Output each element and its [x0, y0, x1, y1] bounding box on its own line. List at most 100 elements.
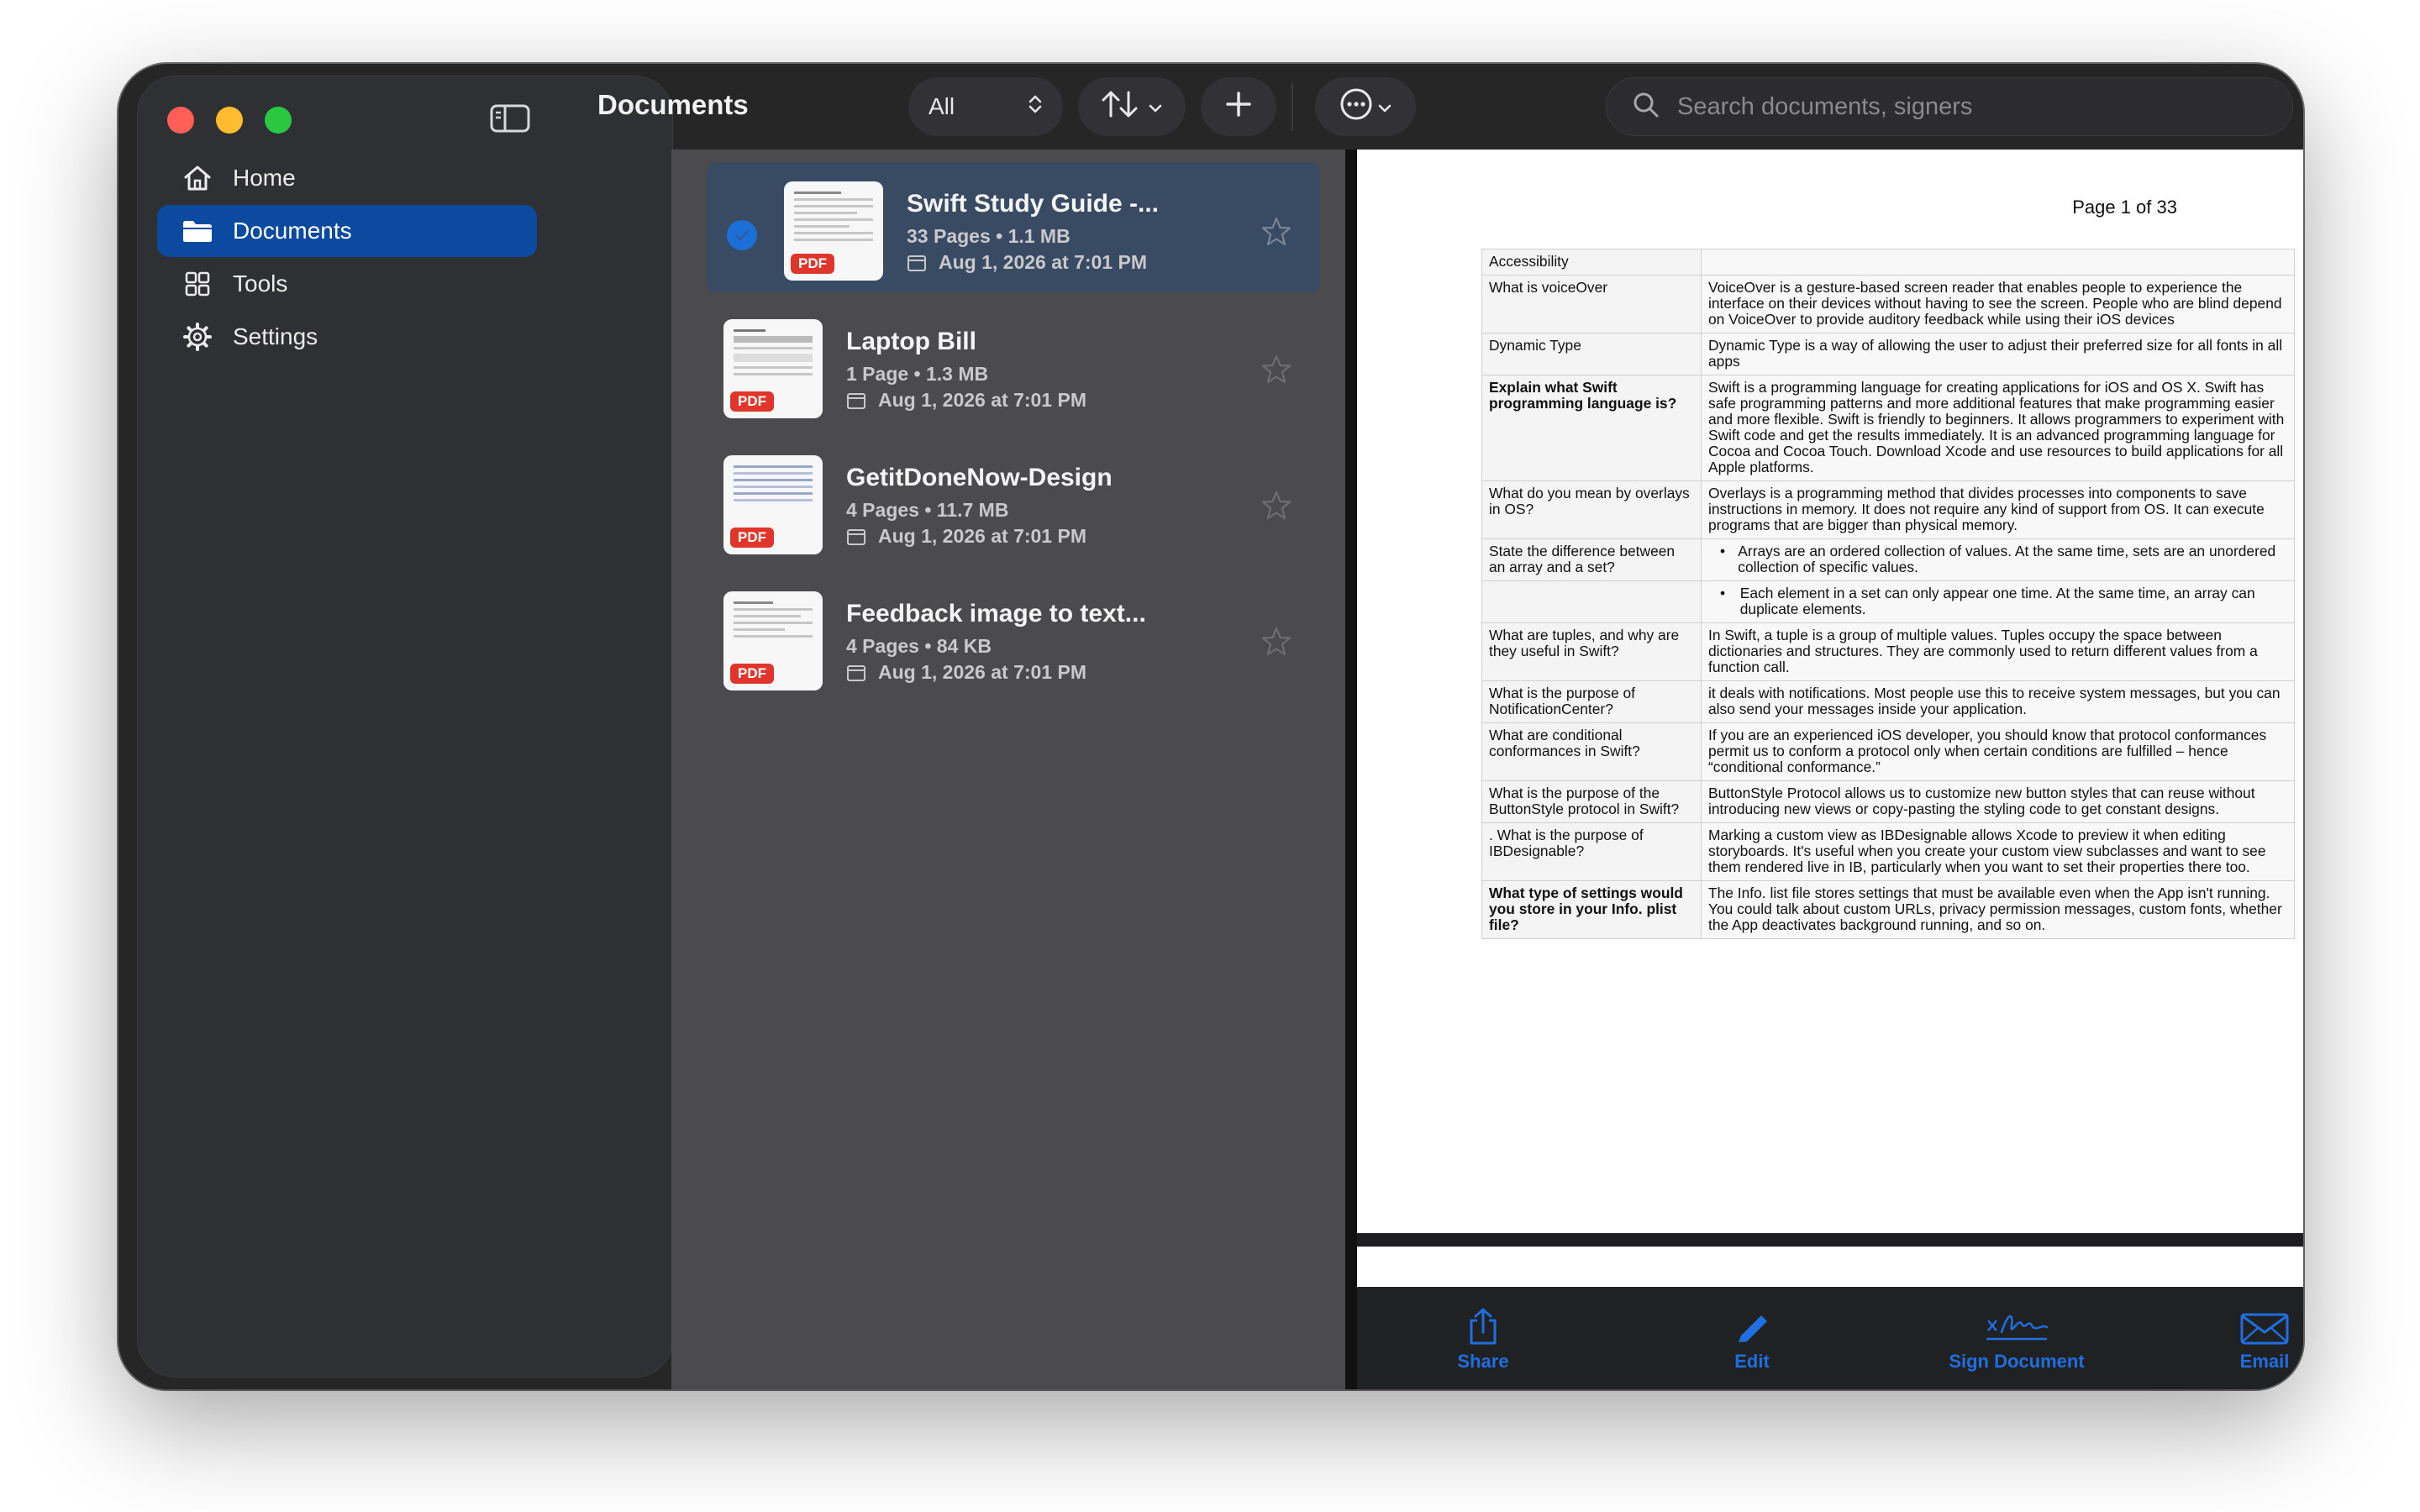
document-title: Swift Study Guide -... — [907, 190, 1159, 218]
document-meta: 4 Pages • 11.7 MB — [846, 499, 1009, 521]
bullet-text: Arrays are an ordered collection of valu… — [1738, 543, 2276, 575]
folder-icon — [181, 214, 214, 248]
sidebar-item-label: Home — [233, 165, 296, 191]
sidebar-item-documents[interactable]: Documents — [157, 205, 537, 257]
document-list: PDF Swift Study Guide -... 33 Pages • 1.… — [671, 150, 1345, 1389]
document-title: Feedback image to text... — [846, 600, 1146, 627]
table-row: What are tuples, and why are they useful… — [1481, 622, 2295, 681]
question-cell: What is voiceOver — [1481, 275, 1702, 333]
sort-button[interactable] — [1078, 77, 1186, 136]
list-item[interactable]: PDF Laptop Bill 1 Page • 1.3 MB Aug 1, 2… — [671, 291, 1345, 420]
answer-cell: Dynamic Type is a way of allowing the us… — [1701, 333, 2295, 375]
sidebar: Home Documents Tools Settings — [137, 76, 673, 1378]
question-cell: What are tuples, and why are they useful… — [1481, 622, 1702, 681]
table-row: • Each element in a set can only appear o… — [1481, 580, 2295, 623]
add-document-button[interactable] — [1201, 77, 1276, 136]
sort-arrows-icon — [1101, 89, 1146, 125]
close-window-button[interactable] — [167, 107, 194, 134]
answer-cell: Marking a custom view as IBDesignable al… — [1701, 822, 2295, 881]
qa-table: Accessibility What is voiceOver VoiceOve… — [1481, 249, 2295, 939]
question-cell: What is the purpose of NotificationCente… — [1481, 680, 1702, 723]
answer-cell — [1701, 249, 2295, 276]
answer-cell: it deals with notifications. Most people… — [1701, 680, 2295, 723]
table-row: What are conditional conformances in Swi… — [1481, 722, 2295, 781]
question-cell: State the difference between an array an… — [1481, 538, 1702, 581]
grid-icon — [181, 267, 214, 301]
sidebar-item-label: Settings — [233, 323, 318, 349]
document-viewer: Page 1 of 33 Accessibility What is voice… — [1357, 150, 2303, 1389]
document-meta: 1 Page • 1.3 MB — [846, 363, 989, 385]
search-input[interactable] — [1676, 92, 2225, 122]
next-pdf-page[interactable] — [1357, 1247, 2303, 1287]
chevron-down-icon — [1377, 93, 1392, 120]
pencil-icon — [1733, 1304, 1770, 1346]
sidebar-nav: Home Documents Tools Settings — [157, 152, 537, 364]
answer-cell: If you are an experienced iOS developer,… — [1701, 722, 2295, 781]
document-date-text: Aug 1, 2026 at 7:01 PM — [939, 251, 1147, 273]
table-row: What is voiceOver VoiceOver is a gesture… — [1481, 275, 2295, 333]
table-row: What do you mean by overlays in OS? Over… — [1481, 480, 2295, 539]
document-date: Aug 1, 2026 at 7:01 PM — [846, 661, 1086, 684]
answer-cell: In Swift, a tuple is a group of multiple… — [1701, 622, 2295, 681]
table-row: What type of settings would you store in… — [1481, 880, 2295, 939]
question-cell: . What is the purpose of IBDesignable? — [1481, 822, 1702, 881]
table-row: Explain what Swift programming language … — [1481, 375, 2295, 481]
document-date: Aug 1, 2026 at 7:01 PM — [846, 525, 1086, 548]
pdf-badge: PDF — [730, 391, 774, 412]
list-item[interactable]: PDF GetitDoneNow-Design 4 Pages • 11.7 M… — [671, 427, 1345, 556]
pdf-badge: PDF — [730, 664, 774, 684]
minimize-window-button[interactable] — [216, 107, 243, 134]
chevron-down-icon — [1148, 93, 1163, 120]
document-date-text: Aug 1, 2026 at 7:01 PM — [878, 661, 1086, 683]
star-icon[interactable] — [1260, 353, 1293, 386]
document-date-text: Aug 1, 2026 at 7:01 PM — [878, 389, 1086, 411]
sidebar-item-settings[interactable]: Settings — [157, 311, 537, 363]
edit-button[interactable]: Edit — [1685, 1287, 1819, 1389]
answer-cell: The Info. list file stores settings that… — [1701, 880, 2295, 939]
answer-cell: • Each element in a set can only appear o… — [1701, 580, 2295, 623]
question-cell: Dynamic Type — [1481, 333, 1702, 375]
question-cell: What type of settings would you store in… — [1481, 880, 1702, 939]
share-button[interactable]: Share — [1416, 1287, 1550, 1389]
envelope-icon — [2239, 1304, 2290, 1346]
filter-select[interactable]: All — [908, 77, 1063, 136]
up-down-chevron-icon — [1028, 93, 1043, 121]
question-cell — [1481, 580, 1702, 623]
pdf-badge: PDF — [791, 254, 834, 274]
pdf-page[interactable]: Page 1 of 33 Accessibility What is voice… — [1357, 150, 2303, 1233]
star-icon[interactable] — [1260, 625, 1293, 659]
question-cell: What are conditional conformances in Swi… — [1481, 722, 1702, 781]
signature-icon — [1983, 1304, 2050, 1346]
page-title: Documents — [597, 89, 749, 120]
sidebar-toggle-icon[interactable] — [490, 103, 530, 134]
star-icon[interactable] — [1260, 489, 1293, 522]
answer-cell: Swift is a programming language for crea… — [1701, 375, 2295, 481]
search-field[interactable] — [1606, 77, 2293, 136]
email-button[interactable]: Email — [2197, 1287, 2303, 1389]
sign-document-button[interactable]: Sign Document — [1920, 1287, 2113, 1389]
document-meta: 33 Pages • 1.1 MB — [907, 225, 1071, 247]
document-date: Aug 1, 2026 at 7:01 PM — [846, 389, 1086, 412]
answer-cell: ButtonStyle Protocol allows us to custom… — [1701, 780, 2295, 823]
bottom-action-bar: Share Edit Sign Document Email — [1357, 1287, 2303, 1389]
house-icon — [181, 161, 214, 195]
list-item[interactable]: PDF Swift Study Guide -... 33 Pages • 1.… — [671, 150, 1345, 292]
more-options-button[interactable] — [1315, 77, 1416, 136]
zoom-window-button[interactable] — [265, 107, 292, 134]
pane-divider[interactable] — [1345, 150, 1357, 1389]
filter-select-value: All — [929, 93, 955, 119]
calendar-icon — [846, 528, 866, 546]
sidebar-item-label: Tools — [233, 270, 288, 297]
selected-check-icon[interactable] — [727, 220, 757, 250]
ellipsis-circle-icon — [1339, 87, 1374, 128]
bullet-text: Each element in a set can only appear on… — [1739, 585, 2255, 617]
list-item[interactable]: PDF Feedback image to text... 4 Pages • … — [671, 563, 1345, 692]
table-row: Dynamic Type Dynamic Type is a way of al… — [1481, 333, 2295, 375]
document-title: Laptop Bill — [846, 328, 976, 355]
toolbar-divider — [1292, 82, 1293, 131]
document-meta: 4 Pages • 84 KB — [846, 635, 992, 657]
star-icon[interactable] — [1260, 215, 1293, 249]
sidebar-item-tools[interactable]: Tools — [157, 258, 537, 310]
sidebar-item-home[interactable]: Home — [157, 152, 537, 204]
gear-icon — [181, 320, 214, 354]
